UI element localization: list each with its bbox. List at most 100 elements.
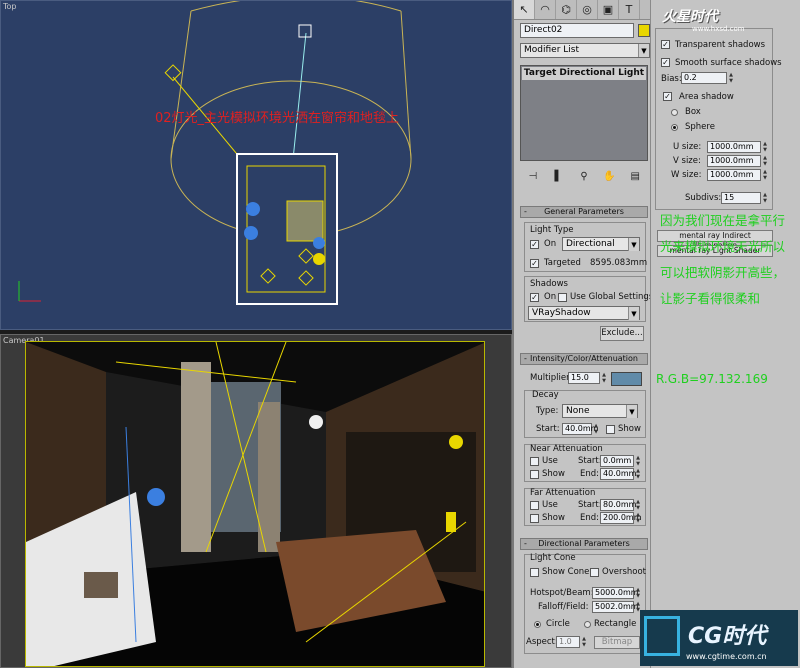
intensity-rollout[interactable]: - Intensity/Color/Attenuation: [520, 353, 648, 365]
chevron-down-icon: ▼: [626, 405, 637, 418]
far-end-input[interactable]: 200.0mm: [600, 512, 642, 524]
far-show-checkbox[interactable]: [530, 514, 539, 523]
curtain-right: [258, 402, 280, 552]
overshoot-checkbox[interactable]: [590, 568, 599, 577]
box-radio[interactable]: [671, 109, 678, 116]
near-start-input[interactable]: 0.0mm: [600, 455, 634, 467]
shadows-label: Shadows: [530, 279, 568, 289]
hotspot-label: Hotspot/Beam:: [530, 588, 594, 598]
directional-parameters-rollout[interactable]: - Directional Parameters: [520, 538, 648, 550]
hierarchy-tab-icon[interactable]: ⌬: [556, 0, 577, 19]
cgtime-logo-icon: [644, 616, 680, 656]
w-size-input[interactable]: 1000.0mm: [707, 169, 761, 181]
rollout-collapse-icon: -: [524, 207, 527, 216]
cgtime-watermark: CG时代 www.cgtime.com.cn: [640, 610, 798, 666]
lamp-plan-1: [246, 202, 260, 216]
near-use-checkbox[interactable]: [530, 457, 539, 466]
decay-type-dropdown[interactable]: None ▼: [562, 404, 638, 418]
remove-modifier-icon[interactable]: ✋: [603, 169, 617, 183]
u-size-label: U size:: [673, 142, 702, 152]
far-start-label: Start:: [578, 500, 602, 510]
show-cone-checkbox[interactable]: [530, 568, 539, 577]
cylinder-edge-left: [170, 10, 192, 160]
bed-plan: [286, 200, 324, 242]
near-end-spinner-icon[interactable]: ▲ ▼: [635, 468, 641, 480]
chevron-down-icon: ▼: [628, 238, 639, 251]
shadow-type-dropdown[interactable]: VRayShadow ▼: [528, 306, 640, 320]
targeted-checkbox[interactable]: ✓: [530, 259, 539, 268]
top-viewport-drawing: [18, 1, 412, 305]
decay-show-checkbox[interactable]: [606, 425, 615, 434]
hxsd-logo: 火星时代: [662, 9, 718, 25]
transparent-shadows-checkbox[interactable]: ✓: [661, 40, 670, 49]
v-size-input[interactable]: 1000.0mm: [707, 155, 761, 167]
exclude-button[interactable]: Exclude...: [600, 326, 644, 341]
light-on-checkbox[interactable]: ✓: [530, 240, 539, 249]
use-global-settings-label: Use Global Settings: [570, 292, 654, 302]
rollout-title: General Parameters: [544, 207, 624, 216]
far-use-checkbox[interactable]: [530, 501, 539, 510]
bitmap-fit-button[interactable]: Bitmap: [594, 636, 640, 649]
make-unique-icon[interactable]: ⚲: [577, 169, 591, 183]
pin-stack-icon[interactable]: ⊣: [526, 169, 540, 183]
modifier-list-dropdown[interactable]: Modifier List ▼: [520, 43, 650, 58]
decay-start-label: Start:: [536, 424, 560, 434]
cgtime-brand: CG时代: [688, 624, 767, 649]
modify-tab-icon[interactable]: ◠: [535, 0, 556, 19]
bias-input[interactable]: 0.2: [681, 72, 727, 84]
rectangle-radio[interactable]: [584, 621, 591, 628]
sphere-radio[interactable]: [671, 124, 678, 131]
curtain-left: [181, 362, 211, 552]
top-viewport[interactable]: Top 02灯光_主光模拟环境光洒在窗帘和地毯上: [0, 0, 512, 330]
subdivs-spinner-icon[interactable]: ▲ ▼: [762, 192, 768, 204]
decay-start-spinner-icon[interactable]: ▲ ▼: [593, 423, 599, 435]
shadows-on-checkbox[interactable]: ✓: [530, 293, 539, 302]
circle-radio[interactable]: [534, 621, 541, 628]
decay-start-input[interactable]: 40.0mm: [562, 423, 598, 435]
general-parameters-rollout[interactable]: - General Parameters: [520, 206, 648, 218]
u-size-spinner-icon[interactable]: ▲ ▼: [762, 141, 768, 153]
hotspot-input[interactable]: 5000.0mm: [592, 587, 639, 599]
create-tab-icon[interactable]: ↖: [514, 0, 535, 19]
light-type-dropdown[interactable]: Directional ▼: [562, 237, 640, 251]
stack-item-target-directional-light[interactable]: Target Directional Light: [522, 67, 646, 80]
aspect-input[interactable]: 1.0: [556, 636, 580, 648]
hotspot-spinner-icon[interactable]: ▲ ▼: [635, 587, 641, 599]
far-end-spinner-icon[interactable]: ▲ ▼: [635, 512, 641, 524]
light-color-swatch[interactable]: [611, 372, 642, 386]
light-on-label: On: [544, 239, 557, 249]
far-start-spinner-icon[interactable]: ▲ ▼: [635, 499, 641, 511]
configure-sets-icon[interactable]: ▤: [628, 169, 642, 183]
subdivs-label: Subdivs:: [685, 193, 722, 203]
light-cone-label: Light Cone: [530, 553, 576, 563]
near-start-spinner-icon[interactable]: ▲ ▼: [635, 455, 641, 467]
smooth-surface-shadows-checkbox[interactable]: ✓: [661, 58, 670, 67]
use-global-settings-checkbox[interactable]: [558, 293, 567, 302]
falloff-input[interactable]: 5002.0mm: [592, 601, 639, 613]
u-size-input[interactable]: 1000.0mm: [707, 141, 761, 153]
object-name-field[interactable]: Direct02: [520, 23, 634, 38]
show-end-result-icon[interactable]: ▌: [551, 169, 565, 183]
camera-viewport[interactable]: Camera01: [0, 334, 512, 668]
v-size-spinner-icon[interactable]: ▲ ▼: [762, 155, 768, 167]
camera-render-frame: [25, 341, 485, 667]
motion-tab-icon[interactable]: ◎: [577, 0, 598, 19]
lamp-plan-2: [244, 226, 258, 240]
rollout-collapse-icon: -: [524, 539, 527, 548]
near-end-input[interactable]: 40.0mm: [600, 468, 636, 480]
multiplier-input[interactable]: 15.0: [568, 372, 600, 384]
near-show-checkbox[interactable]: [530, 470, 539, 479]
area-shadow-label: Area shadow: [679, 92, 734, 102]
object-color-swatch[interactable]: [638, 24, 650, 37]
bias-spinner-icon[interactable]: ▲ ▼: [728, 72, 734, 84]
subdivs-input[interactable]: 15: [721, 192, 761, 204]
aspect-spinner-icon[interactable]: ▲ ▼: [581, 636, 587, 648]
display-tab-icon[interactable]: ▣: [598, 0, 619, 19]
utilities-tab-icon[interactable]: T: [619, 0, 640, 19]
modifier-stack: Target Directional Light: [520, 65, 648, 161]
camera-scene-drawing: [26, 342, 484, 666]
w-size-spinner-icon[interactable]: ▲ ▼: [762, 169, 768, 181]
far-start-input[interactable]: 80.0mm: [600, 499, 636, 511]
multiplier-spinner-icon[interactable]: ▲ ▼: [601, 372, 607, 384]
area-shadow-checkbox[interactable]: ✓: [663, 92, 672, 101]
